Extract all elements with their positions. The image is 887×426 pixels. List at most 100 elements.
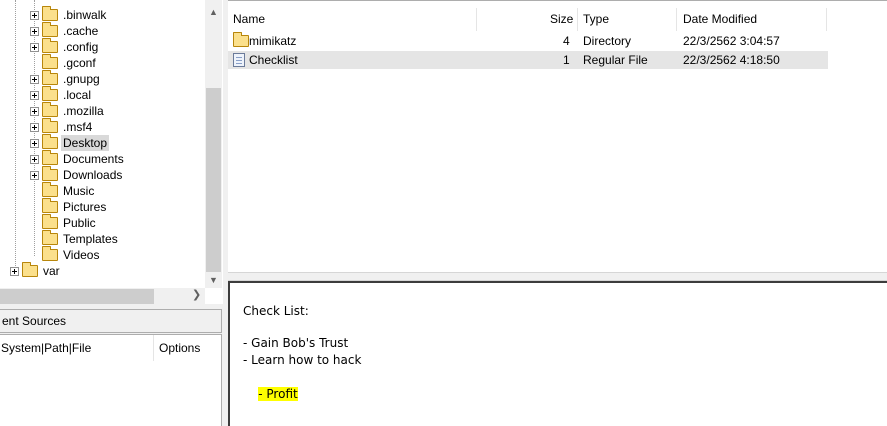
tree-item-music[interactable]: Music bbox=[30, 182, 96, 199]
file-row-mimikatz[interactable]: mimikatz 4 Directory 22/3/2562 3:04:57 bbox=[228, 32, 828, 50]
tree-item-binwalk[interactable]: .binwalk bbox=[30, 6, 108, 23]
tree-item-label: .local bbox=[63, 88, 92, 102]
tree-item-label: .gnupg bbox=[63, 72, 100, 86]
tree-item-gnupg[interactable]: .gnupg bbox=[30, 70, 102, 87]
scroll-right-icon[interactable]: ❯ bbox=[192, 290, 201, 301]
folder-tree[interactable]: .binwalk .cache .config .gconf .gnupg .l… bbox=[0, 0, 224, 304]
tree-item-label: Pictures bbox=[63, 200, 107, 214]
tree-item-label: var bbox=[43, 264, 60, 278]
sources-panel-header[interactable]: ent Sources bbox=[0, 309, 222, 333]
tree-item-local[interactable]: .local bbox=[30, 86, 93, 103]
highlighted-text-line: - Profit bbox=[243, 369, 298, 401]
tree-item-label: Documents bbox=[63, 152, 124, 166]
tree-item-config[interactable]: .config bbox=[30, 38, 100, 55]
horizontal-splitter[interactable] bbox=[228, 272, 887, 281]
tree-item-label: .cache bbox=[63, 24, 99, 38]
folder-icon bbox=[42, 6, 58, 21]
expand-icon[interactable] bbox=[30, 138, 39, 148]
file-row-checklist[interactable]: Checklist 1 Regular File 22/3/2562 4:18:… bbox=[228, 51, 828, 69]
text-line: - Gain Bob's Trust bbox=[243, 336, 349, 350]
expand-icon[interactable] bbox=[30, 42, 39, 52]
file-modified: 22/3/2562 4:18:50 bbox=[683, 53, 780, 67]
scroll-up-icon[interactable]: ▲ bbox=[209, 8, 218, 17]
folder-icon bbox=[42, 182, 58, 197]
tree-item-label: Downloads bbox=[63, 168, 123, 182]
folder-icon bbox=[42, 246, 58, 261]
folder-icon bbox=[42, 166, 58, 181]
tree-item-cache[interactable]: .cache bbox=[30, 22, 100, 39]
folder-icon bbox=[233, 32, 249, 47]
folder-icon bbox=[42, 118, 58, 133]
folder-icon bbox=[42, 198, 58, 213]
file-icon bbox=[233, 53, 245, 67]
tree-item-desktop[interactable]: Desktop bbox=[30, 134, 110, 151]
text-viewer[interactable]: Check List: - Gain Bob's Trust - Learn h… bbox=[228, 281, 887, 426]
file-modified: 22/3/2562 3:04:57 bbox=[683, 34, 780, 48]
tree-item-label: .config bbox=[63, 40, 99, 54]
tree-item-mozilla[interactable]: .mozilla bbox=[30, 102, 106, 119]
tree-item-label: Templates bbox=[63, 232, 118, 246]
folder-icon bbox=[42, 102, 58, 117]
column-header-name[interactable]: Name bbox=[233, 8, 265, 31]
tree-item-public[interactable]: Public bbox=[30, 214, 98, 231]
tree-guide-line bbox=[15, 0, 16, 272]
folder-icon bbox=[42, 230, 58, 245]
tree-item-label: Music bbox=[63, 184, 95, 198]
scroll-down-icon[interactable]: ▼ bbox=[209, 276, 218, 285]
tree-item-label: .gconf bbox=[63, 56, 96, 70]
tree-item-label: Videos bbox=[63, 248, 100, 262]
expand-icon[interactable] bbox=[30, 122, 39, 132]
folder-icon bbox=[42, 22, 58, 37]
column-header-modified[interactable]: Date Modified bbox=[683, 8, 757, 31]
expand-icon[interactable] bbox=[30, 74, 39, 84]
tree-item-msf4[interactable]: .msf4 bbox=[30, 118, 94, 135]
tree-item-videos[interactable]: Videos bbox=[30, 246, 101, 263]
tree-item-gconf[interactable]: .gconf bbox=[30, 54, 98, 71]
tree-item-label: .mozilla bbox=[63, 104, 104, 118]
scrollbar-thumb[interactable] bbox=[206, 88, 221, 272]
expand-icon[interactable] bbox=[30, 106, 39, 116]
sources-panel-title: ent Sources bbox=[2, 314, 67, 328]
folder-icon bbox=[42, 134, 58, 149]
tree-item-label: Desktop bbox=[61, 135, 110, 151]
expand-icon[interactable] bbox=[30, 154, 39, 164]
column-header-options[interactable]: Options bbox=[159, 335, 200, 361]
file-size: 4 bbox=[563, 34, 570, 48]
file-type: Directory bbox=[583, 34, 632, 48]
file-list[interactable]: Name Size Type Date Modified mimikatz 4 … bbox=[228, 0, 887, 272]
tree-item-pictures[interactable]: Pictures bbox=[30, 198, 108, 215]
folder-icon bbox=[42, 214, 58, 229]
text-line: - Learn how to hack bbox=[243, 353, 362, 367]
folder-icon bbox=[42, 70, 58, 85]
tree-item-label: .msf4 bbox=[63, 120, 93, 134]
column-header-type[interactable]: Type bbox=[583, 8, 609, 31]
expand-icon[interactable] bbox=[30, 170, 39, 180]
tree-item-templates[interactable]: Templates bbox=[30, 230, 120, 247]
folder-icon bbox=[42, 38, 58, 53]
expand-icon[interactable] bbox=[10, 266, 19, 276]
scrollbar-thumb[interactable] bbox=[0, 289, 154, 304]
text-line: Check List: bbox=[243, 304, 309, 318]
tree-item-label: Public bbox=[63, 216, 96, 230]
tree-item-var[interactable]: var bbox=[10, 262, 62, 279]
folder-icon bbox=[42, 54, 58, 69]
file-type: Regular File bbox=[583, 53, 648, 67]
expand-icon[interactable] bbox=[30, 26, 39, 36]
expand-icon[interactable] bbox=[30, 10, 39, 20]
folder-icon bbox=[42, 86, 58, 101]
expand-icon[interactable] bbox=[30, 90, 39, 100]
folder-icon bbox=[22, 262, 38, 277]
column-header-path[interactable]: System|Path|File bbox=[1, 335, 91, 361]
tree-vertical-scrollbar[interactable]: ▲ ▼ bbox=[205, 0, 222, 288]
folder-icon bbox=[42, 150, 58, 165]
column-header-size[interactable]: Size bbox=[550, 8, 573, 31]
sources-column-header: System|Path|File Options bbox=[0, 335, 222, 361]
file-list-header: Name Size Type Date Modified bbox=[228, 8, 887, 31]
sources-list[interactable]: System|Path|File Options bbox=[0, 334, 222, 426]
tree-item-downloads[interactable]: Downloads bbox=[30, 166, 124, 183]
tree-item-label: .binwalk bbox=[63, 8, 107, 22]
tree-item-documents[interactable]: Documents bbox=[30, 150, 126, 167]
tree-horizontal-scrollbar[interactable]: ❯ bbox=[0, 288, 205, 304]
file-size: 1 bbox=[563, 53, 570, 67]
text-highlight: - Profit bbox=[258, 387, 298, 401]
